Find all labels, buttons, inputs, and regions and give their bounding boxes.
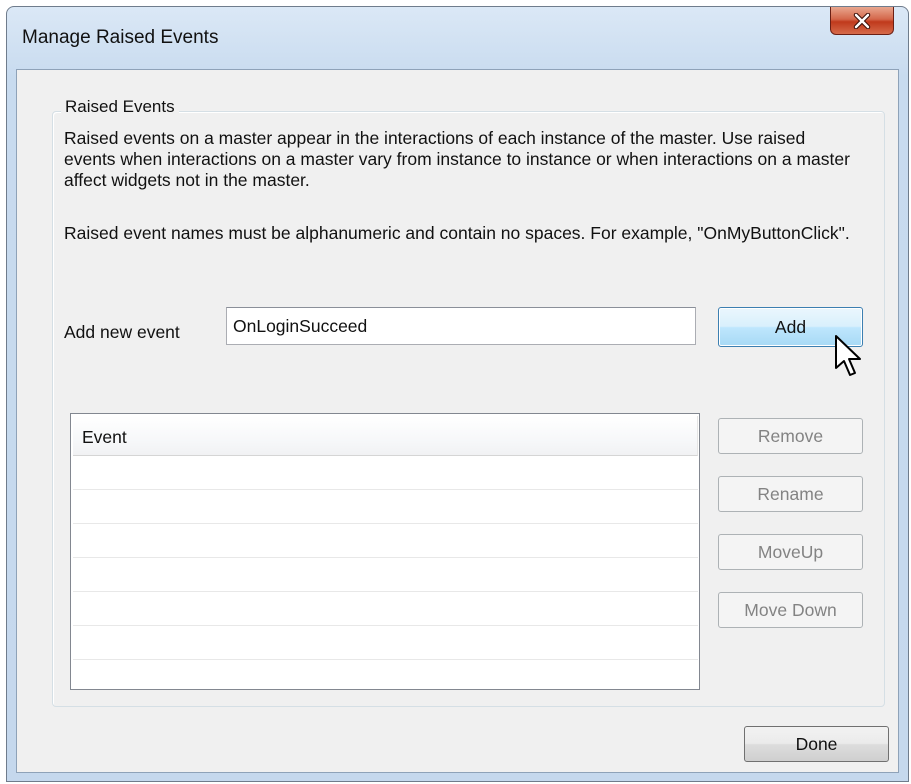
mouse-pointer-icon <box>835 335 861 376</box>
add-new-event-label: Add new event <box>64 322 180 342</box>
window-title: Manage Raised Events <box>22 27 219 48</box>
table-header[interactable]: Event <box>73 416 698 456</box>
table-row[interactable] <box>73 490 698 524</box>
groupbox-legend: Raised Events <box>61 97 179 117</box>
move-down-button[interactable]: Move Down <box>718 592 863 628</box>
title-bar[interactable]: Manage Raised Events <box>7 7 908 69</box>
rename-button[interactable]: Rename <box>718 476 863 512</box>
events-table[interactable]: Event <box>70 413 700 690</box>
table-row[interactable] <box>73 660 698 689</box>
table-row[interactable] <box>73 592 698 626</box>
description-text: Raised events on a master appear in the … <box>64 128 850 190</box>
table-row[interactable] <box>73 456 698 490</box>
close-button[interactable] <box>830 7 894 35</box>
event-column-header[interactable]: Event <box>82 427 127 448</box>
table-row[interactable] <box>73 626 698 660</box>
remove-button[interactable]: Remove <box>718 418 863 454</box>
close-icon <box>853 12 871 29</box>
dialog-window: Manage Raised Events Raised Events Raise… <box>6 6 909 782</box>
naming-rules-text: Raised event names must be alphanumeric … <box>64 223 850 243</box>
table-row[interactable] <box>73 558 698 592</box>
table-row[interactable] <box>73 524 698 558</box>
move-up-button[interactable]: MoveUp <box>718 534 863 570</box>
done-button[interactable]: Done <box>744 726 889 762</box>
dialog-client-area: Raised Events Raised events on a master … <box>16 69 899 773</box>
new-event-input[interactable] <box>226 307 696 345</box>
